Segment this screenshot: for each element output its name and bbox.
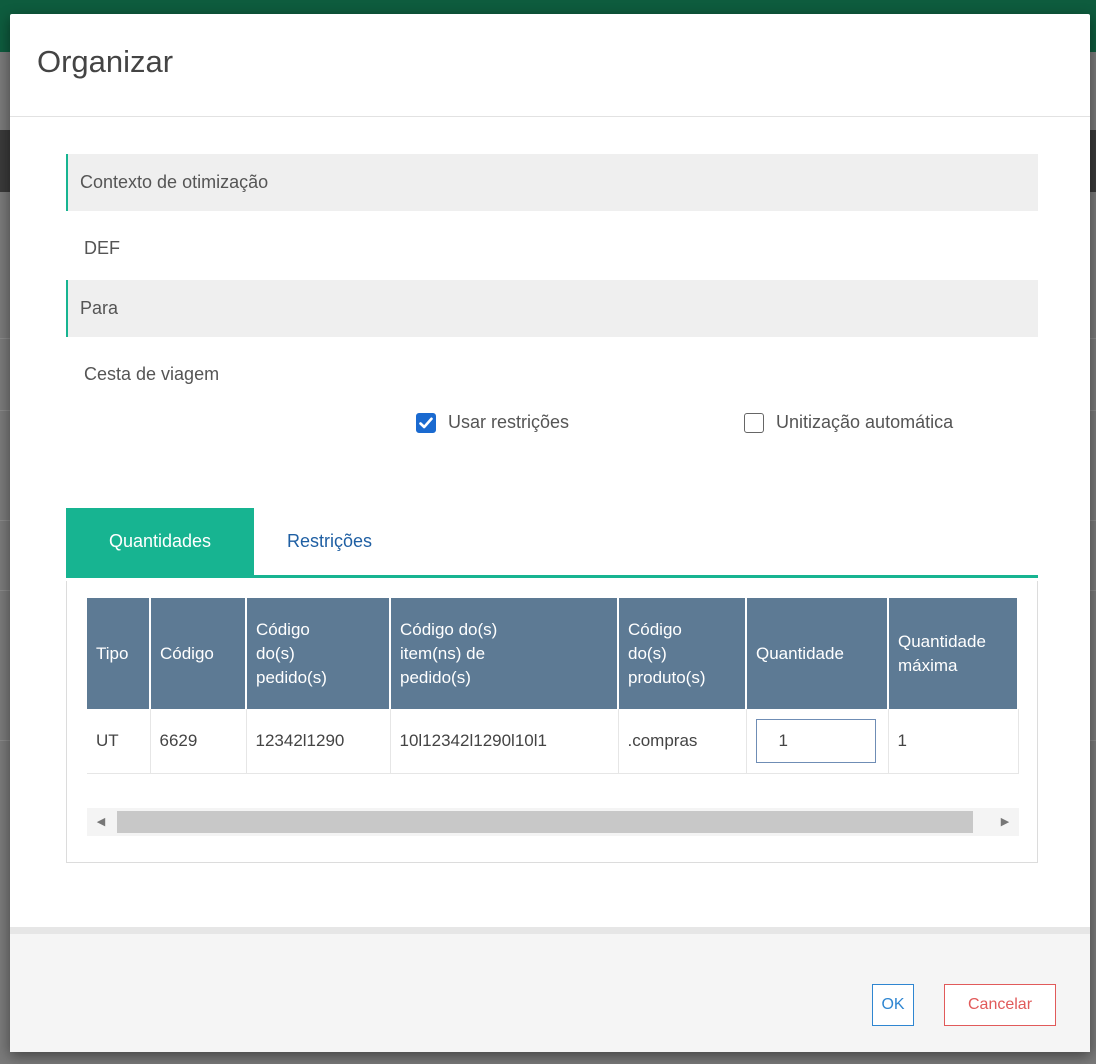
checkmark-icon — [419, 417, 433, 428]
organize-dialog: Organizar Contexto de otimização DEF Par… — [10, 14, 1090, 1052]
table-header-row: Tipo Código Código do(s) pedido(s) Código … — [87, 598, 1019, 709]
cell-quantidade — [746, 709, 889, 774]
use-restrictions-checkbox[interactable] — [416, 412, 436, 433]
dialog-footer: OK Cancelar — [10, 927, 1090, 1052]
use-restrictions-label: Usar restrições — [448, 412, 570, 432]
table-viewport: Tipo Código Código do(s) pedido(s) Código … — [87, 598, 1019, 790]
quantities-panel: Tipo Código Código do(s) pedido(s) Código … — [66, 581, 1038, 863]
scrollbar-thumb[interactable] — [117, 811, 973, 833]
cell-codigo-itens: 10l12342l1290l10l1 — [390, 709, 619, 774]
cell-codigo-produtos: .compras — [618, 709, 747, 774]
column-header-codigo-itens[interactable]: Código do(s) item(ns) de pedido(s) — [390, 598, 619, 709]
tab-restricoes[interactable]: Restrições — [259, 508, 400, 575]
auto-unitization-label: Unitização automática — [776, 412, 954, 432]
context-value: DEF — [84, 238, 120, 258]
use-restrictions-option[interactable]: Usar restrições — [416, 412, 569, 433]
dialog-header: Organizar — [10, 14, 1090, 117]
column-header-codigo-produtos[interactable]: Código do(s) produto(s) — [618, 598, 747, 709]
column-header-quantidade-maxima[interactable]: Quantidade máxima — [888, 598, 1019, 709]
context-section-header: Contexto de otimização — [66, 154, 1038, 211]
cell-codigo: 6629 — [150, 709, 247, 774]
quantity-input[interactable] — [755, 718, 876, 763]
ok-button[interactable]: OK — [872, 984, 914, 1026]
column-header-tipo[interactable]: Tipo — [87, 598, 151, 709]
table-row[interactable]: UT 6629 12342l1290 10l12342l1290l10l1 .c… — [87, 709, 1019, 774]
tab-bar: Quantidades Restrições — [66, 508, 1038, 578]
auto-unitization-checkbox[interactable] — [744, 412, 764, 433]
column-header-quantidade[interactable]: Quantidade — [746, 598, 889, 709]
scroll-left-arrow-icon[interactable]: ◀ — [87, 808, 115, 836]
cancel-button[interactable]: Cancelar — [944, 984, 1056, 1026]
cell-quantidade-maxima: 1 — [888, 709, 1019, 774]
cell-codigo-pedidos: 12342l1290 — [246, 709, 391, 774]
for-value: Cesta de viagem — [84, 364, 220, 384]
quantities-table: Tipo Código Código do(s) pedido(s) Código … — [87, 598, 1019, 774]
cell-tipo: UT — [87, 709, 151, 774]
for-section-header: Para — [66, 280, 1038, 337]
dialog-title: Organizar — [37, 44, 174, 79]
column-header-codigo[interactable]: Código — [150, 598, 247, 709]
auto-unitization-option[interactable]: Unitização automática — [744, 412, 953, 433]
scroll-right-arrow-icon[interactable]: ▶ — [991, 808, 1019, 836]
column-header-codigo-pedidos[interactable]: Código do(s) pedido(s) — [246, 598, 391, 709]
tab-quantidades[interactable]: Quantidades — [66, 508, 254, 575]
horizontal-scrollbar[interactable]: ◀ ▶ — [87, 808, 1019, 836]
